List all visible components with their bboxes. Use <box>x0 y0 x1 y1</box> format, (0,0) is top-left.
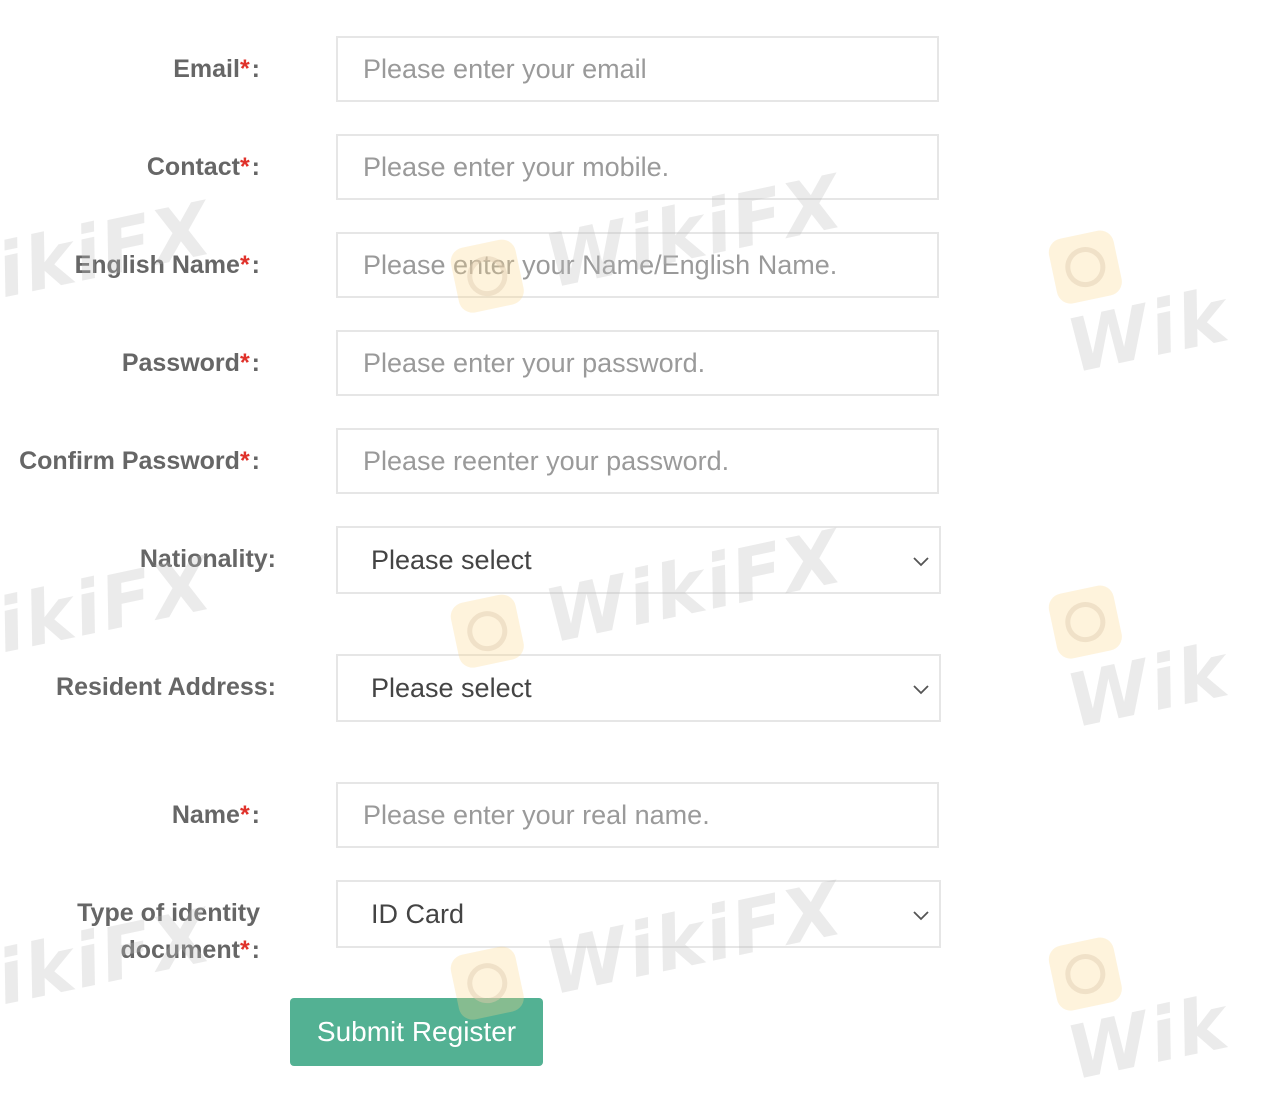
resident-address-selected-value: Please select <box>371 673 532 703</box>
contact-label: Contact*: <box>146 153 260 181</box>
nationality-select[interactable]: Please select <box>336 526 941 594</box>
contact-input[interactable] <box>336 134 939 200</box>
email-input[interactable] <box>336 36 939 102</box>
chevron-down-icon <box>913 911 929 921</box>
wikifx-logo-icon <box>1046 934 1125 1014</box>
name-label: Name*: <box>171 801 260 829</box>
chevron-down-icon <box>913 557 929 567</box>
password-label: Password*: <box>121 349 260 377</box>
resident-address-label: Resident Address: <box>56 673 276 701</box>
wikifx-logo-icon <box>1046 227 1125 307</box>
watermark: Wik <box>1046 200 1264 390</box>
real-name-input[interactable] <box>336 782 939 848</box>
watermark: Wik <box>1046 907 1264 1097</box>
confirm-password-label: Confirm Password*: <box>19 447 260 475</box>
wikifx-logo-icon <box>1046 582 1125 662</box>
nationality-selected-value: Please select <box>371 545 532 575</box>
watermark: Wik <box>1046 555 1264 745</box>
identity-type-select[interactable]: ID Card <box>336 880 941 948</box>
email-label: Email*: <box>173 55 260 83</box>
confirm-password-input[interactable] <box>336 428 939 494</box>
identity-type-label: Type of identity document*: <box>77 899 260 964</box>
english-name-label: English Name*: <box>74 251 260 279</box>
submit-register-button[interactable]: Submit Register <box>290 998 543 1066</box>
nationality-label: Nationality: <box>139 545 276 573</box>
chevron-down-icon <box>913 685 929 695</box>
password-input[interactable] <box>336 330 939 396</box>
identity-type-selected-value: ID Card <box>371 899 465 929</box>
english-name-input[interactable] <box>336 232 939 298</box>
resident-address-select[interactable]: Please select <box>336 654 941 722</box>
